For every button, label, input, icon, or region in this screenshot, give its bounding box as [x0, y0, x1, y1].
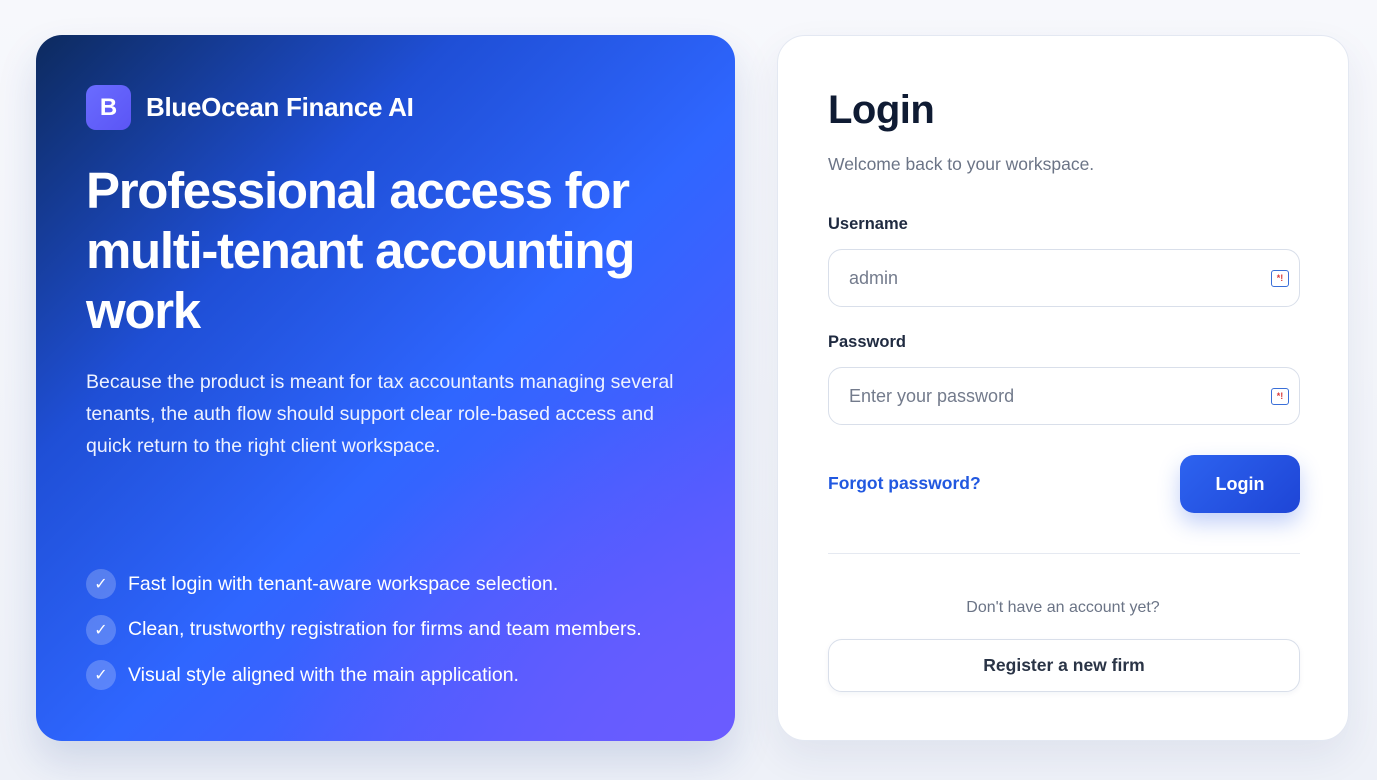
feature-text: Fast login with tenant-aware workspace s…: [128, 572, 559, 595]
register-button[interactable]: Register a new firm: [828, 639, 1300, 692]
login-button[interactable]: Login: [1180, 455, 1300, 513]
no-account-text: Don't have an account yet?: [966, 599, 1160, 616]
feature-item: ✓ Visual style aligned with the main app…: [86, 660, 642, 690]
forgot-password-link[interactable]: Forgot password?: [828, 473, 981, 494]
feature-list: ✓ Fast login with tenant-aware workspace…: [86, 569, 642, 706]
brand-logo: B: [86, 85, 131, 130]
login-title: Login: [828, 88, 935, 132]
password-input[interactable]: [829, 368, 1249, 424]
hero-title: Professional access for multi-tenant acc…: [86, 162, 635, 339]
password-manager-icon[interactable]: *!: [1271, 270, 1289, 287]
brand: B BlueOcean Finance AI: [86, 85, 414, 130]
feature-item: ✓ Clean, trustworthy registration for fi…: [86, 614, 642, 645]
hero-description: Because the product is meant for tax acc…: [86, 371, 674, 457]
password-manager-icon[interactable]: *!: [1271, 388, 1289, 405]
password-label: Password: [828, 333, 906, 351]
checkmark-icon: ✓: [86, 660, 116, 690]
login-card: Login Welcome back to your workspace. Us…: [777, 35, 1349, 741]
feature-text: Clean, trustworthy registration for firm…: [128, 618, 642, 640]
checkmark-icon: ✓: [86, 569, 116, 599]
password-field-wrapper: *!: [828, 367, 1300, 425]
username-label: Username: [828, 215, 908, 233]
hero-panel: B BlueOcean Finance AI Professional acce…: [36, 35, 735, 741]
checkmark-icon: ✓: [86, 614, 116, 645]
login-subtitle: Welcome back to your workspace.: [828, 154, 1095, 174]
feature-item: ✓ Fast login with tenant-aware workspace…: [86, 569, 642, 599]
brand-name: BlueOcean Finance AI: [146, 92, 414, 122]
username-field-wrapper: *!: [828, 249, 1300, 307]
username-input[interactable]: [829, 250, 1249, 306]
feature-text: Visual style aligned with the main appli…: [128, 663, 519, 686]
divider: [828, 553, 1300, 554]
